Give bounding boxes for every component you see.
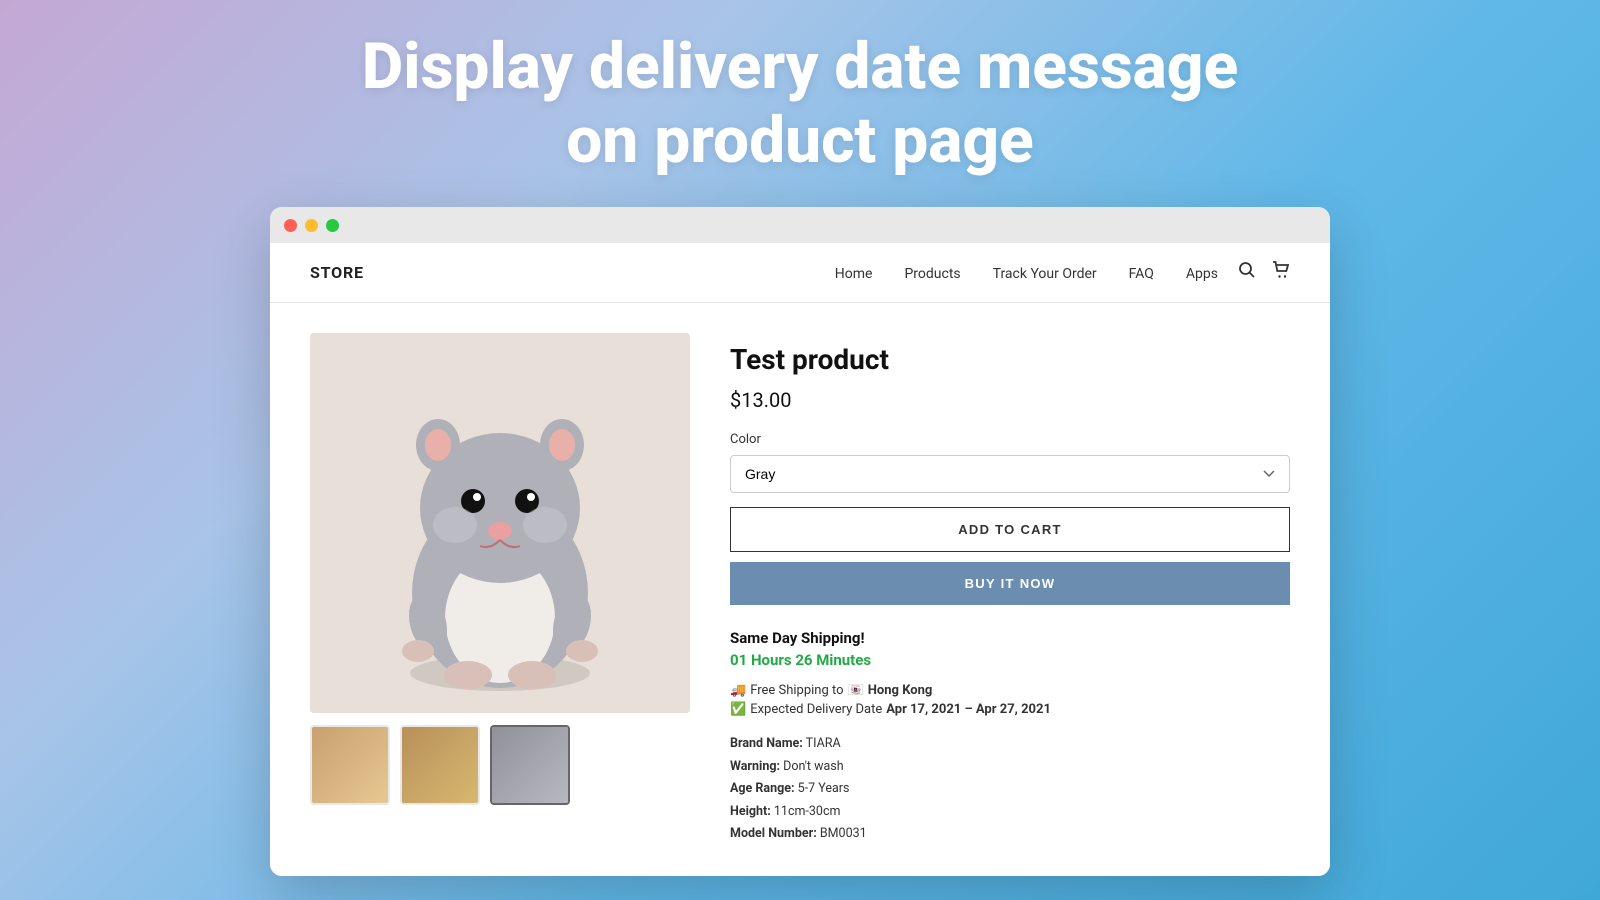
nav-item-faq[interactable]: FAQ: [1129, 263, 1154, 282]
hero-title: Display delivery date message on product…: [362, 30, 1238, 177]
age-label: Age Range:: [730, 781, 795, 796]
product-meta: Brand Name: TIARA Warning: Don't wash Ag…: [730, 733, 1290, 846]
store-page: STORE Home Products Track Your Order FAQ…: [270, 243, 1330, 876]
browser-chrome: [270, 207, 1330, 243]
product-price: $13.00: [730, 388, 1290, 412]
meta-warning: Warning: Don't wash: [730, 756, 1290, 779]
brand-label: Brand Name:: [730, 736, 803, 751]
same-day-shipping-label: Same Day Shipping!: [730, 629, 1290, 647]
nav-item-track[interactable]: Track Your Order: [993, 263, 1097, 282]
add-to-cart-button[interactable]: ADD TO CART: [730, 507, 1290, 552]
country-flag: 🇾🇹: [848, 683, 864, 698]
thumbnail-1[interactable]: [310, 725, 390, 805]
nav-link-faq[interactable]: FAQ: [1129, 266, 1154, 282]
delivery-info: ✅ Expected Delivery Date Apr 17, 2021 – …: [730, 702, 1290, 717]
product-thumbnails: [310, 725, 690, 805]
main-product-image: [310, 333, 690, 713]
buy-now-button[interactable]: BUY IT NOW: [730, 562, 1290, 605]
warning-label: Warning:: [730, 759, 780, 774]
free-shipping-info: 🚚 Free Shipping to 🇾🇹 Hong Kong: [730, 683, 1290, 698]
thumbnail-3[interactable]: [490, 725, 570, 805]
model-label: Model Number:: [730, 826, 817, 841]
minimize-button[interactable]: [305, 219, 318, 232]
color-label: Color: [730, 432, 1290, 447]
height-label: Height:: [730, 804, 771, 819]
product-images: [310, 333, 690, 846]
nav-icons: [1238, 261, 1290, 284]
product-title: Test product: [730, 343, 1290, 376]
brand-value: TIARA: [806, 736, 841, 751]
meta-age: Age Range: 5-7 Years: [730, 778, 1290, 801]
browser-window: STORE Home Products Track Your Order FAQ…: [270, 207, 1330, 876]
thumbnail-2[interactable]: [400, 725, 480, 805]
nav-link-products[interactable]: Products: [904, 266, 960, 282]
cart-icon[interactable]: [1272, 261, 1290, 284]
shipping-section: Same Day Shipping! 01 Hours 26 Minutes 🚚…: [730, 629, 1290, 717]
store-logo: STORE: [310, 263, 364, 282]
product-image-svg: [310, 333, 690, 713]
product-layout: Test product $13.00 Color Gray Brown Whi…: [270, 303, 1330, 876]
model-value: BM0031: [820, 826, 867, 841]
search-icon[interactable]: [1238, 261, 1256, 284]
nav-link-apps[interactable]: Apps: [1186, 266, 1218, 282]
country-name: Hong Kong: [868, 683, 933, 698]
navigation: STORE Home Products Track Your Order FAQ…: [270, 243, 1330, 303]
free-shipping-text: Free Shipping to: [750, 683, 843, 698]
nav-item-products[interactable]: Products: [904, 263, 960, 282]
nav-link-home[interactable]: Home: [835, 266, 873, 282]
truck-emoji: 🚚: [730, 683, 746, 698]
delivery-dates: Apr 17, 2021 – Apr 27, 2021: [886, 702, 1051, 717]
nav-item-home[interactable]: Home: [835, 263, 873, 282]
nav-link-track[interactable]: Track Your Order: [993, 266, 1097, 282]
nav-item-apps[interactable]: Apps: [1186, 263, 1218, 282]
maximize-button[interactable]: [326, 219, 339, 232]
color-select[interactable]: Gray Brown White: [730, 455, 1290, 493]
meta-brand: Brand Name: TIARA: [730, 733, 1290, 756]
warning-value: Don't wash: [783, 759, 844, 774]
meta-height: Height: 11cm-30cm: [730, 801, 1290, 824]
height-value: 11cm-30cm: [774, 804, 841, 819]
hero-section: Display delivery date message on product…: [362, 30, 1238, 207]
meta-model: Model Number: BM0031: [730, 823, 1290, 846]
age-value: 5-7 Years: [798, 781, 850, 796]
check-icon: ✅: [730, 702, 746, 717]
nav-links: Home Products Track Your Order FAQ Apps: [835, 263, 1218, 282]
countdown-timer: 01 Hours 26 Minutes: [730, 651, 1290, 669]
product-details: Test product $13.00 Color Gray Brown Whi…: [730, 333, 1290, 846]
close-button[interactable]: [284, 219, 297, 232]
delivery-label: Expected Delivery Date: [750, 702, 882, 717]
